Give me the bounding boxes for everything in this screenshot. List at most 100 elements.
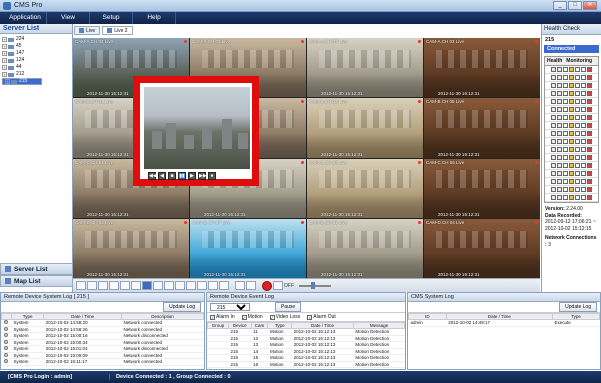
pause-button[interactable]: Pause [275, 302, 302, 312]
playback-control-button[interactable]: ▮▮ [178, 172, 186, 180]
layout-custom-button[interactable] [208, 281, 218, 290]
health-row[interactable] [545, 178, 598, 186]
expand-icon[interactable]: + [2, 72, 7, 77]
camera-tile[interactable]: CAM-D.CH 04 Live 2012-11-30 15:12:31 [424, 218, 540, 278]
layout-8x8-button[interactable] [197, 281, 207, 290]
layout-3x3-button[interactable] [109, 281, 119, 290]
playback-control-button[interactable]: ■ [168, 172, 176, 180]
playback-control-button[interactable]: ● [208, 172, 216, 180]
health-row[interactable] [545, 82, 598, 90]
event-filter-checkbox[interactable]: ✓ Alarm Out [307, 314, 336, 320]
playback-control-button[interactable]: ▶▶ [198, 172, 207, 180]
server-tree-item[interactable]: +124 [2, 57, 70, 64]
camera-tile[interactable]: CAM-B.CH 02 Live 2012-11-30 15:12:31 [307, 98, 423, 158]
health-row[interactable] [545, 138, 598, 146]
menu-setup[interactable]: Setup [90, 12, 133, 24]
event-filter-checkbox[interactable]: ✓ Alarm In [210, 314, 235, 320]
data-recorded-label: Data Recorded: [545, 212, 582, 219]
tab-map-list[interactable]: Map List [0, 275, 73, 287]
health-row[interactable] [545, 122, 598, 130]
expand-icon[interactable]: + [2, 65, 7, 70]
view-tabs: Live Live 2 [74, 26, 133, 35]
update-log-button[interactable]: Update Log [559, 302, 597, 312]
server-tree-item[interactable]: +212 [2, 71, 70, 78]
close-button[interactable]: ✕ [583, 1, 597, 10]
menu-application[interactable]: Application [4, 12, 47, 24]
health-row[interactable] [545, 114, 598, 122]
layout-1p9-button[interactable] [131, 281, 141, 290]
speaker-icon[interactable] [273, 281, 283, 290]
tab-server-list[interactable]: Server List [0, 263, 73, 275]
view-tab-live-2[interactable]: Live 2 [102, 26, 133, 35]
fullscreen-button[interactable] [235, 281, 245, 290]
health-row[interactable] [545, 74, 598, 82]
expand-icon[interactable]: + [2, 37, 7, 42]
health-row[interactable] [545, 186, 598, 194]
table-row[interactable]: admin 2012-10-02 14:49:17 Execute [408, 319, 600, 327]
event-filter-checkbox[interactable]: ✓ Motion [241, 314, 263, 320]
sequence-button[interactable] [219, 281, 229, 290]
table-row[interactable]: 215 11 Motion 2012-10-02 15:12:13 Motion Det… [207, 328, 405, 336]
health-indicator-icon [563, 195, 568, 200]
layout-2x2-button[interactable] [87, 281, 97, 290]
volume-slider[interactable] [299, 281, 331, 289]
health-row[interactable] [545, 162, 598, 170]
playback-control-button[interactable]: ▶ [188, 172, 196, 180]
log-entry-icon [3, 359, 8, 364]
server-tree-item[interactable]: +45 [2, 43, 70, 50]
server-tree-item[interactable]: +44 [2, 64, 70, 71]
health-row[interactable] [545, 130, 598, 138]
health-row[interactable] [545, 170, 598, 178]
health-row[interactable] [545, 106, 598, 114]
event-filter-checkbox[interactable]: ✓ Video Loss [269, 314, 300, 320]
table-row[interactable]: 215 12 Motion 2012-10-02 15:12:13 Motion Det… [207, 335, 405, 342]
layout-4x4-button[interactable] [142, 281, 152, 290]
view-tab-live[interactable]: Live [74, 26, 101, 35]
camera-tile[interactable]: CAM-D.CH 07 Live 2012-11-30 15:12:31 [190, 218, 306, 278]
table-row[interactable]: 215 16 Motion 2012-10-02 15:12:13 Motion Det… [207, 361, 405, 368]
layout-5x5-button[interactable] [164, 281, 174, 290]
expand-icon[interactable]: + [5, 79, 10, 84]
layout-6x6-button[interactable] [175, 281, 185, 290]
layout-7x7-button[interactable] [186, 281, 196, 290]
menu-view[interactable]: View [47, 12, 90, 24]
health-row[interactable] [545, 66, 598, 74]
server-tree-item[interactable]: +224 [2, 36, 70, 43]
update-log-button[interactable]: Update Log [163, 302, 201, 312]
camera-tile[interactable]: CAM-D.CH 02 Live 2012-11-30 15:12:31 [73, 218, 189, 278]
camera-tile[interactable]: CAM-B.CH 05 Live 2012-11-30 15:12:31 [424, 98, 540, 158]
playback-control-button[interactable]: ◀ [158, 172, 166, 180]
health-row[interactable] [545, 146, 598, 154]
table-row[interactable]: 215 13 Motion 2012-10-02 15:12:13 Motion Det… [207, 341, 405, 349]
camera-tile[interactable]: CAM-D.CH 01 Live 2012-11-30 15:12:31 [307, 218, 423, 278]
health-row[interactable] [545, 98, 598, 106]
camera-popup-preview[interactable]: ◀◀ ◀ ■ ▮▮ ▶ ▶▶ ● [133, 76, 259, 186]
minimize-button[interactable]: _ [553, 1, 567, 10]
expand-icon[interactable]: + [2, 58, 7, 63]
record-button[interactable] [262, 280, 272, 291]
snapshot-button[interactable] [246, 281, 256, 290]
health-row[interactable] [545, 90, 598, 98]
monitoring-column-header: Monitoring [566, 58, 593, 64]
layout-1p5-button[interactable] [98, 281, 108, 290]
menu-help[interactable]: Help [133, 12, 176, 24]
health-row[interactable] [545, 154, 598, 162]
table-row[interactable]: System 2012-10-02 15:11:17 Network connect… [1, 358, 204, 366]
device-select[interactable]: 215 [210, 303, 250, 311]
camera-tile[interactable]: CAM-A.CH 07 Live 2012-11-30 15:12:31 [307, 38, 423, 98]
table-row[interactable]: 215 14 Motion 2012-10-02 15:12:13 Motion Det… [207, 348, 405, 355]
table-row[interactable]: 215 15 Motion 2012-10-02 15:12:13 Motion Det… [207, 354, 405, 362]
camera-tile[interactable]: CAM-C.CH 03 Live 2012-11-30 15:12:31 [307, 158, 423, 218]
layout-1p7-button[interactable] [120, 281, 130, 290]
camera-tile[interactable]: CAM-A.CH 03 Live 2012-11-30 15:12:31 [424, 38, 540, 98]
camera-tile[interactable]: CAM-C.CH 06 Live 2012-11-30 15:12:31 [424, 158, 540, 218]
layout-1p12-button[interactable] [153, 281, 163, 290]
server-tree-item[interactable]: +147 [2, 50, 70, 57]
playback-control-button[interactable]: ◀◀ [148, 172, 157, 180]
server-tree-item[interactable]: +215 [2, 78, 42, 85]
layout-1x1-button[interactable] [76, 281, 86, 290]
health-row[interactable] [545, 194, 598, 202]
expand-icon[interactable]: + [2, 51, 7, 56]
maximize-button[interactable]: □ [568, 1, 582, 10]
expand-icon[interactable]: + [2, 44, 7, 49]
